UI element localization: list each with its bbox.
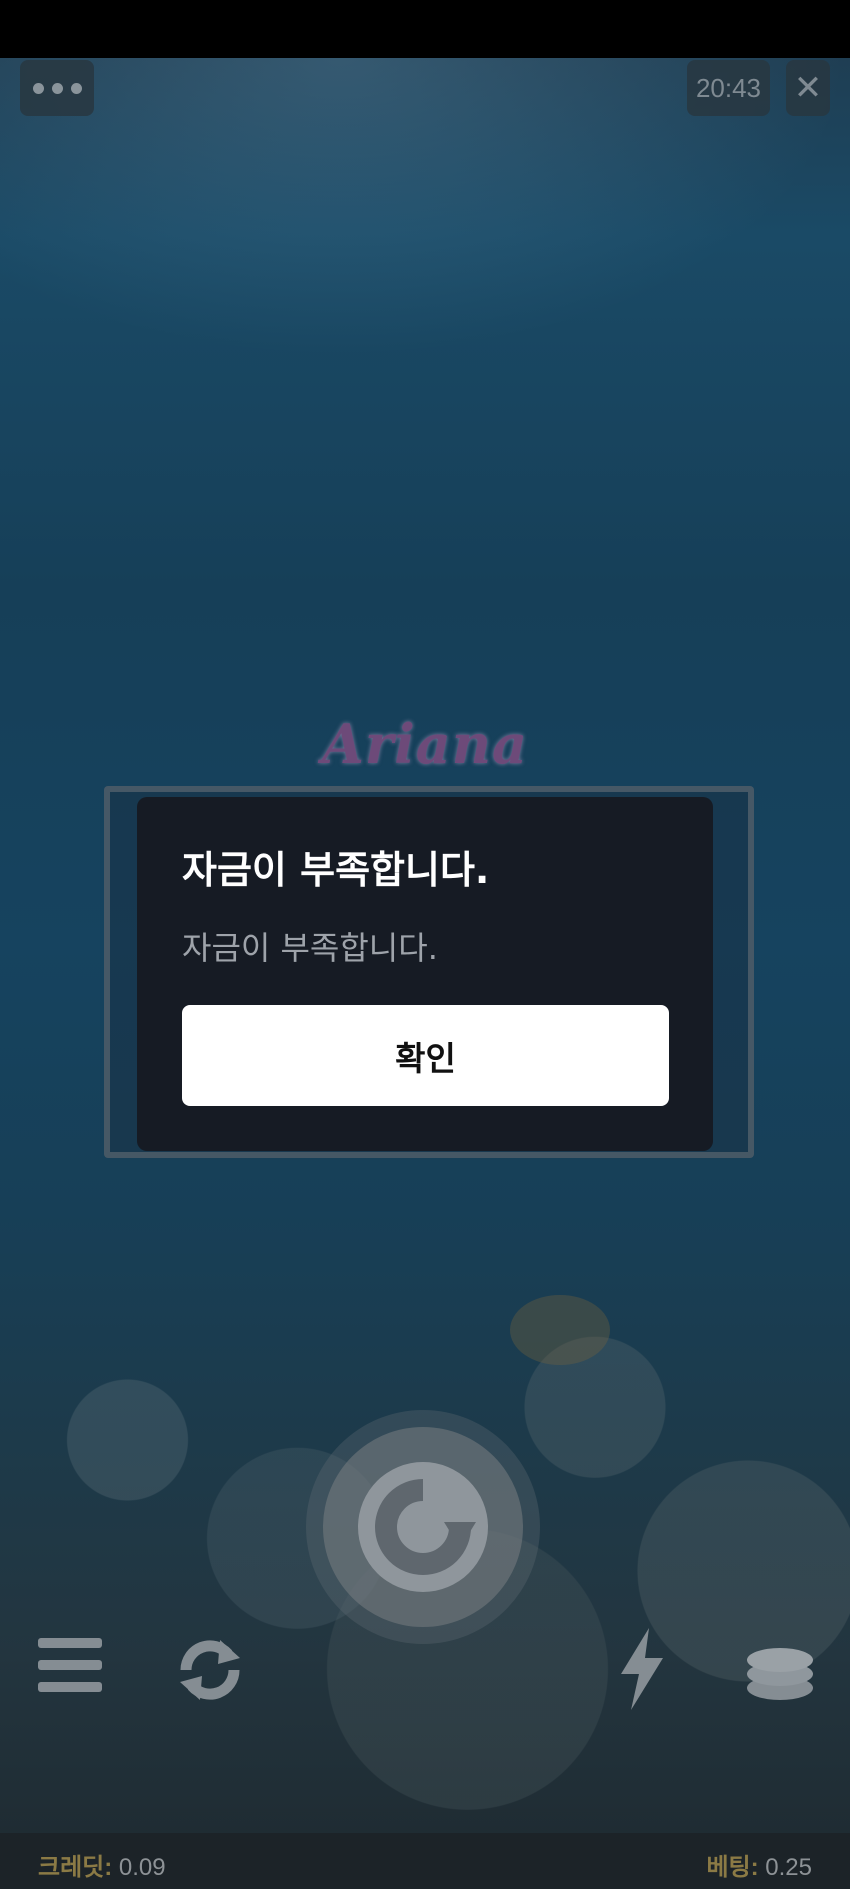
hamburger-icon-bar-2: [38, 1660, 102, 1670]
dialog-message: 자금이 부족합니다.: [182, 929, 438, 967]
more-dots-icon-3: [70, 82, 82, 94]
status-bar: [0, 0, 850, 58]
coin-stack-icon[interactable]: [745, 1644, 815, 1704]
clock: 20:43: [687, 60, 770, 116]
close-button[interactable]: ✕: [786, 60, 830, 116]
insufficient-funds-dialog: 자금이 부족합니다. 자금이 부족합니다. 확인: [137, 797, 713, 1151]
bet-value: 0.25: [765, 1854, 812, 1881]
more-menu-button[interactable]: [20, 60, 94, 116]
lightning-icon[interactable]: [615, 1628, 669, 1710]
game-logo: Ariana: [321, 712, 529, 776]
more-dots-icon: [32, 82, 44, 94]
menu-button[interactable]: [38, 1638, 102, 1704]
more-dots-icon-2: [51, 82, 63, 94]
bet-display: 베팅: 0.25: [706, 1847, 812, 1882]
bet-label: 베팅:: [706, 1854, 759, 1881]
close-icon: ✕: [793, 68, 823, 108]
fish-decoration: [510, 1295, 610, 1365]
hamburger-icon-bar-3: [38, 1682, 102, 1692]
hamburger-icon: [38, 1638, 102, 1648]
spin-icon[interactable]: [348, 1452, 498, 1602]
autoplay-icon[interactable]: [168, 1628, 252, 1712]
status-footer: 크레딧: 0.09 베팅: 0.25: [0, 1833, 850, 1889]
dialog-title: 자금이 부족합니다.: [182, 848, 490, 892]
credit-label: 크레딧:: [38, 1854, 113, 1881]
confirm-button[interactable]: 확인: [182, 1005, 669, 1106]
credit-value: 0.09: [118, 1854, 166, 1881]
credit-display: 크레딧: 0.09: [38, 1847, 166, 1882]
